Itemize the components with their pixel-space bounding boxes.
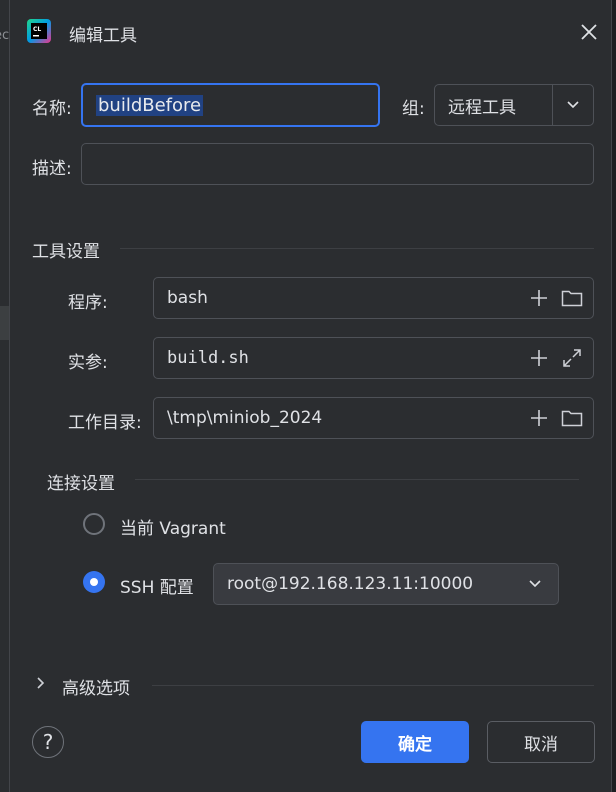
close-button[interactable] <box>575 18 603 46</box>
working-directory-insert-macro-button[interactable] <box>524 398 554 438</box>
name-input-value: buildBefore <box>96 94 204 116</box>
plus-icon <box>531 350 547 366</box>
ok-button[interactable]: 确定 <box>361 721 469 763</box>
cancel-button[interactable]: 取消 <box>487 721 595 763</box>
program-input[interactable]: bash <box>153 277 594 319</box>
working-directory-browse-button[interactable] <box>557 398 587 438</box>
help-icon: ? <box>42 730 54 754</box>
description-input[interactable] <box>81 143 594 185</box>
expand-icon <box>563 349 581 367</box>
program-insert-macro-button[interactable] <box>524 278 554 318</box>
background-marker <box>0 306 9 340</box>
connection-settings-title: 连接设置 <box>47 474 115 494</box>
arguments-insert-macro-button[interactable] <box>524 338 554 378</box>
arguments-expand-button[interactable] <box>557 338 587 378</box>
working-directory-label: 工作目录: <box>68 413 142 433</box>
arguments-value: build.sh <box>167 348 249 368</box>
close-icon <box>581 24 597 40</box>
folder-icon <box>561 290 583 307</box>
current-vagrant-label[interactable]: 当前 Vagrant <box>120 514 226 539</box>
arguments-input[interactable]: build.sh <box>153 337 594 379</box>
program-browse-button[interactable] <box>557 278 587 318</box>
background-text: ec <box>0 28 10 43</box>
ssh-config-label[interactable]: SSH 配置 <box>120 573 194 598</box>
program-label: 程序: <box>68 293 108 313</box>
group-value: 远程工具 <box>448 97 516 118</box>
chevron-down-icon <box>567 101 579 109</box>
connection-settings-separator <box>135 479 579 480</box>
working-directory-value: \tmp\miniob_2024 <box>167 408 323 428</box>
plus-icon <box>531 290 547 306</box>
arguments-label: 实参: <box>68 353 108 373</box>
clion-icon: CL <box>27 19 51 43</box>
advanced-options-expander[interactable] <box>36 675 46 695</box>
svg-text:CL: CL <box>33 26 41 33</box>
group-dropdown-button[interactable] <box>553 85 593 125</box>
chevron-down-icon <box>529 580 541 588</box>
plus-icon <box>531 410 547 426</box>
working-directory-input[interactable]: \tmp\miniob_2024 <box>153 397 594 439</box>
dialog-title: 编辑工具 <box>69 26 137 46</box>
radio-current-vagrant[interactable] <box>83 513 105 535</box>
ssh-config-combobox[interactable]: root@192.168.123.11:10000 <box>213 563 559 605</box>
help-button[interactable]: ? <box>32 726 64 758</box>
radio-selected-dot <box>90 578 98 586</box>
background-window-edge <box>0 0 9 792</box>
chevron-right-icon <box>37 677 45 689</box>
tool-settings-title: 工具设置 <box>32 242 100 262</box>
group-label: 组: <box>402 99 425 119</box>
name-input[interactable]: buildBefore <box>81 83 380 127</box>
program-value: bash <box>167 288 208 308</box>
ssh-config-value: root@192.168.123.11:10000 <box>227 574 474 594</box>
group-combobox[interactable]: 远程工具 <box>434 84 594 126</box>
radio-ssh-config[interactable] <box>83 571 105 593</box>
description-label: 描述: <box>32 159 72 179</box>
advanced-options-label[interactable]: 高级选项 <box>62 674 130 699</box>
advanced-options-separator <box>152 685 594 686</box>
folder-icon <box>561 410 583 427</box>
name-label: 名称: <box>32 99 72 119</box>
ssh-dropdown-arrow[interactable] <box>528 564 542 604</box>
edit-tool-dialog: CL 编辑工具 名称: buildBefore 组: 远程工具 描述: 工具设置… <box>9 0 612 792</box>
tool-settings-separator <box>120 248 594 249</box>
